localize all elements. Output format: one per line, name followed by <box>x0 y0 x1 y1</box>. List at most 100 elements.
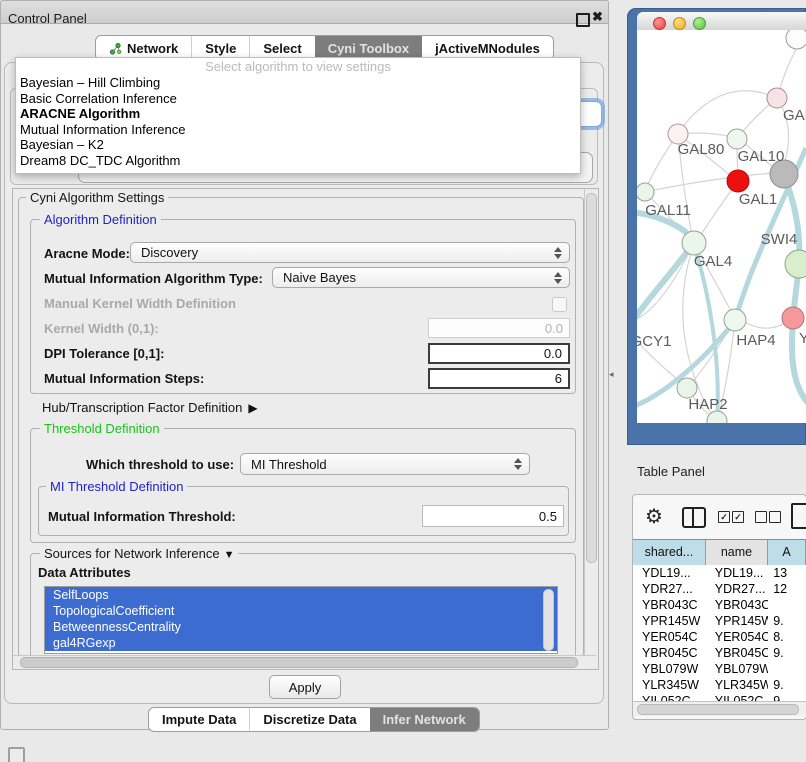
which-threshold-value: MI Threshold <box>251 457 327 472</box>
table-panel: ⚙ ✓ ✓ shared...nameA YDL19...YDL19...13Y… <box>632 494 806 720</box>
mi-steps-label: Mutual Information Steps: <box>44 371 204 386</box>
panel-divider-handle[interactable]: ◂ <box>609 369 614 380</box>
aracne-mode-label: Aracne Mode: <box>44 246 130 261</box>
table-cell: YER054C <box>706 629 768 645</box>
tab-discretize-data[interactable]: Discretize Data <box>249 708 369 731</box>
table-cell: 9. <box>768 613 806 629</box>
attribute-item-selfloops[interactable]: SelfLoops <box>45 587 557 603</box>
attribute-item-betweennesscentrality[interactable]: BetweennessCentrality <box>45 619 557 635</box>
algorithm-option-basic-correlation-inference[interactable]: Basic Correlation Inference <box>16 91 580 107</box>
zoom-traffic-light-icon[interactable] <box>693 17 706 30</box>
stepper-arrows-icon <box>554 247 562 259</box>
list-scrollbar-thumb[interactable] <box>543 589 554 651</box>
sources-title[interactable]: Sources for Network Inference▼ <box>40 546 238 561</box>
kernel-width-label: Kernel Width (0,1): <box>44 321 159 336</box>
table-cell: YBR043C <box>633 597 706 613</box>
column-header-a[interactable]: A <box>768 540 806 565</box>
table-row[interactable]: YLR345WYLR345W9. <box>633 677 806 693</box>
node-label-gal4: GAL4 <box>694 253 732 270</box>
node-label-hap4: HAP4 <box>736 332 775 349</box>
mi-algorithm-type-label: Mutual Information Algorithm Type: <box>44 271 263 286</box>
apply-button[interactable]: Apply <box>269 675 341 699</box>
kernel-width-field[interactable]: 0.0 <box>428 318 570 338</box>
expander-arrow-icon: ▶ <box>248 401 257 415</box>
algorithm-option-mutual-information-inference[interactable]: Mutual Information Inference <box>16 122 580 138</box>
deselect-all-checkboxes-icon[interactable] <box>769 511 781 523</box>
algorithm-option-dream8-dc-tdc-algorithm[interactable]: Dream8 DC_TDC Algorithm <box>16 153 580 169</box>
table-row[interactable]: YPR145WYPR145W9. <box>633 613 806 629</box>
tab-label: Select <box>263 41 301 56</box>
select-all-checkboxes-icon[interactable]: ✓ <box>732 511 744 523</box>
settings-vertical-scrollbar-thumb[interactable] <box>586 193 597 563</box>
network-node[interactable] <box>767 88 787 108</box>
manual-kernel-width-checkbox[interactable] <box>552 297 567 312</box>
table-row[interactable]: YBL079WYBL079W <box>633 661 806 677</box>
network-edge[interactable] <box>778 42 800 96</box>
attribute-item-gal4rgexp[interactable]: gal4RGexp <box>45 635 557 651</box>
algorithm-definition-title: Algorithm Definition <box>40 212 161 227</box>
network-canvas[interactable]: GALGAL80GAL10GAL1GAL11SWI4GAL4GCY1HAP4YH… <box>637 30 806 423</box>
mi-steps-field[interactable]: 6 <box>428 368 570 389</box>
network-node[interactable] <box>637 183 654 201</box>
data-attributes-label: Data Attributes <box>38 565 131 580</box>
minimized-panel-icon[interactable] <box>8 747 25 762</box>
sources-title-text: Sources for Network Inference <box>44 546 220 561</box>
node-label-gal1: GAL1 <box>739 191 777 208</box>
mi-threshold-field[interactable]: 0.5 <box>422 505 564 527</box>
table-row[interactable]: YBR045CYBR045C9. <box>633 645 806 661</box>
network-node[interactable] <box>677 378 697 398</box>
network-edge[interactable] <box>645 173 773 192</box>
dpi-tolerance-field[interactable]: 0.0 <box>428 343 570 364</box>
tab-label: Network <box>127 41 178 56</box>
data-attributes-list[interactable]: SelfLoopsTopologicalCoefficientBetweenne… <box>44 586 558 654</box>
control-panel-title: Control Panel <box>8 11 87 26</box>
algorithm-option-bayesian-k2[interactable]: Bayesian – K2 <box>16 137 580 153</box>
table-horizontal-scrollbar-thumb[interactable] <box>637 704 799 715</box>
table-row[interactable]: YBR043CYBR043C <box>633 597 806 613</box>
table-row[interactable]: YER054CYER054C8. <box>633 629 806 645</box>
which-threshold-combo[interactable]: MI Threshold <box>240 453 530 475</box>
close-traffic-light-icon[interactable] <box>653 17 666 30</box>
network-node[interactable] <box>785 250 806 278</box>
select-all-checkboxes-icon[interactable]: ✓ <box>718 511 730 523</box>
settings-horizontal-scrollbar-thumb[interactable] <box>20 657 578 668</box>
attribute-item-topologicalcoefficient[interactable]: TopologicalCoefficient <box>45 603 557 619</box>
column-header-name[interactable]: name <box>706 540 768 565</box>
network-icon <box>109 42 122 55</box>
table-row[interactable]: YDR27...YDR27...12 <box>633 581 806 597</box>
table-row[interactable]: YDL19...YDL19...13 <box>633 565 806 581</box>
tab-impute-data[interactable]: Impute Data <box>149 708 249 731</box>
algorithm-option-bayesian-hill-climbing[interactable]: Bayesian – Hill Climbing <box>16 75 580 91</box>
deselect-all-checkboxes-icon[interactable] <box>755 511 767 523</box>
network-node[interactable] <box>782 307 804 329</box>
cyni-algorithm-settings-title: Cyni Algorithm Settings <box>26 190 168 205</box>
split-panel-icon[interactable] <box>682 507 706 528</box>
table-cell: YBR045C <box>633 645 706 661</box>
node-label-y: Y <box>799 330 806 347</box>
table-cell: YLR345W <box>633 677 706 693</box>
network-node[interactable] <box>727 170 749 192</box>
network-node[interactable] <box>727 129 747 149</box>
tab-infer-network[interactable]: Infer Network <box>370 708 479 731</box>
minimize-traffic-light-icon[interactable] <box>673 17 686 30</box>
float-panel-icon[interactable] <box>576 13 590 27</box>
table-cell <box>768 597 806 613</box>
mi-threshold-definition-title: MI Threshold Definition <box>46 479 187 494</box>
table-row[interactable]: YIL052CYIL052C9. <box>633 693 806 701</box>
gear-icon[interactable]: ⚙ <box>645 504 663 529</box>
algorithm-option-aracne-algorithm[interactable]: ARACNE Algorithm <box>16 106 580 122</box>
table-cell: 13 <box>768 565 806 581</box>
network-node[interactable] <box>682 231 706 255</box>
network-node[interactable] <box>786 30 806 49</box>
new-table-icon[interactable] <box>791 503 806 529</box>
mi-algorithm-type-combo[interactable]: Naive Bayes <box>272 267 570 288</box>
column-header-shared[interactable]: shared... <box>633 540 706 565</box>
table-cell: YIL052C <box>633 693 706 701</box>
close-icon[interactable]: ✖ <box>592 9 603 25</box>
hub-definition-expander[interactable]: Hub/Transcription Factor Definition▶ <box>42 400 258 415</box>
network-node[interactable] <box>724 309 746 331</box>
node-label-gal11: GAL11 <box>645 202 691 219</box>
table-horizontal-scrollbar[interactable] <box>633 701 806 716</box>
aracne-mode-combo[interactable]: Discovery <box>130 242 570 263</box>
network-edge-thick[interactable] <box>694 245 718 421</box>
